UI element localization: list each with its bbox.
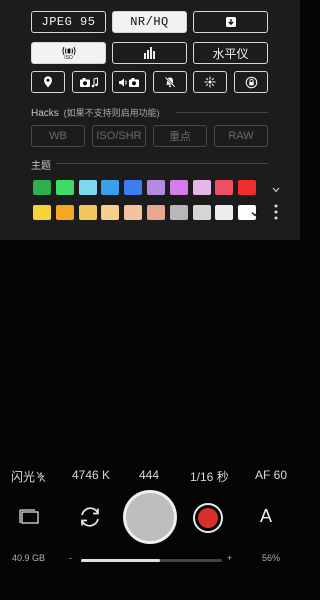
iso-button[interactable]: ISO: [31, 42, 106, 64]
record-dot: [198, 508, 218, 528]
theme-swatch[interactable]: [101, 180, 120, 195]
theme-swatch[interactable]: [238, 180, 257, 195]
hacks-subtitle: (如果不支持则启用功能): [63, 108, 160, 118]
more-options-icon[interactable]: [272, 203, 280, 221]
theme-swatch[interactable]: [169, 205, 188, 220]
level-button[interactable]: 水平仪: [193, 42, 268, 64]
format-button[interactable]: JPEG 95: [31, 11, 106, 33]
shutter-button[interactable]: [123, 490, 177, 544]
shutter-value[interactable]: 1/16 秒: [190, 468, 229, 485]
theme-swatch[interactable]: [101, 205, 120, 220]
noise-reduction-button[interactable]: NR/HQ: [112, 11, 187, 33]
theme-swatch[interactable]: [78, 205, 97, 220]
theme-swatch[interactable]: [169, 180, 188, 195]
location-pin-icon: [44, 76, 52, 88]
viewfinder[interactable]: [0, 240, 300, 462]
zoom-percent: 56%: [262, 553, 281, 563]
switch-camera-button[interactable]: [76, 503, 104, 531]
rotate-lock-button[interactable]: [234, 71, 268, 93]
hacks-label: Hacks (如果不支持则启用功能): [31, 106, 160, 119]
silent-button[interactable]: [153, 71, 187, 93]
storage-remaining: 40.9 GB: [12, 553, 46, 563]
zoom-plus[interactable]: +: [227, 553, 232, 563]
flash-status[interactable]: 闪光: [11, 468, 46, 485]
theme-swatch[interactable]: [192, 205, 211, 220]
theme-label: 主题: [31, 161, 51, 172]
theme-swatch[interactable]: [124, 205, 143, 220]
settings-panel: JPEG 95 NR/HQ ISO 水平仪 Hacks (如果不支持则启用功能)…: [0, 0, 300, 240]
zoom-slider-fill: [81, 559, 160, 562]
save-location-button[interactable]: [193, 11, 268, 33]
theme-swatch[interactable]: [147, 205, 165, 220]
histogram-button[interactable]: [112, 42, 187, 64]
gallery-icon: [19, 509, 39, 524]
hacks-divider: [176, 112, 268, 113]
theme-swatch[interactable]: [192, 180, 211, 195]
hacks-title: Hacks: [31, 108, 59, 119]
histogram-icon: [143, 47, 155, 59]
theme-swatch[interactable]: [78, 180, 97, 195]
flash-off-icon: [36, 470, 46, 483]
flash-label: 闪光: [11, 470, 36, 484]
hack-focus-button[interactable]: 重点: [153, 125, 207, 147]
iso-icon: [62, 46, 75, 55]
chevron-down-icon[interactable]: [271, 185, 281, 195]
check-icon: [249, 206, 263, 219]
camera-music-icon: [80, 76, 98, 87]
theme-swatch[interactable]: [55, 180, 74, 195]
iso-caption: ISO: [64, 54, 73, 61]
download-icon: [225, 17, 236, 27]
iso-value[interactable]: 444: [139, 468, 159, 482]
focus-value[interactable]: AF 60: [255, 468, 287, 482]
hack-raw-button[interactable]: RAW: [214, 125, 268, 147]
theme-swatch[interactable]: [215, 205, 234, 220]
record-button[interactable]: [193, 503, 223, 533]
zoom-slider-track[interactable]: [81, 559, 222, 562]
zoom-minus[interactable]: -: [69, 553, 72, 563]
theme-divider: [56, 163, 268, 164]
theme-swatch[interactable]: [124, 180, 143, 195]
theme-swatch[interactable]: [33, 205, 51, 220]
effect-button[interactable]: [193, 71, 227, 93]
hack-iso-button[interactable]: ISO/SHR: [92, 125, 146, 147]
mode-button[interactable]: A: [260, 506, 272, 527]
sound-camera-button[interactable]: [112, 71, 146, 93]
location-button[interactable]: [31, 71, 65, 93]
theme-swatch[interactable]: [33, 180, 51, 195]
sparkle-icon: [204, 76, 216, 88]
camera-music-button[interactable]: [72, 71, 106, 93]
gallery-button[interactable]: [18, 506, 42, 528]
theme-swatch[interactable]: [215, 180, 234, 195]
white-balance-value[interactable]: 4746 K: [72, 468, 110, 482]
hack-wb-button[interactable]: WB: [31, 125, 85, 147]
rotate-lock-icon: [245, 76, 257, 88]
switch-camera-icon: [81, 507, 99, 527]
bell-off-icon: [164, 76, 176, 88]
sound-camera-icon: [119, 77, 139, 87]
theme-swatch[interactable]: [55, 205, 74, 220]
theme-swatch[interactable]: [147, 180, 165, 195]
